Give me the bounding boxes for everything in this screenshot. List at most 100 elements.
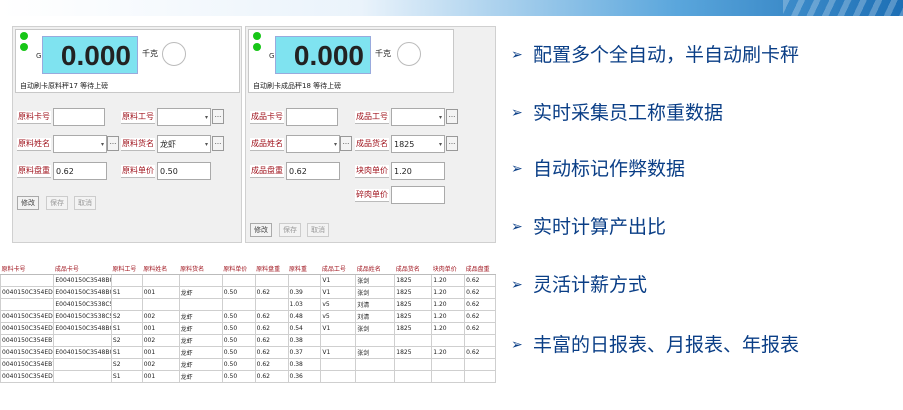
raw-name-label: 原料姓名 — [17, 138, 51, 151]
table-row[interactable]: 0040150C354EDEFE0040150C3538C5S2002龙虾0.5… — [0, 310, 496, 323]
arrow-bullet-icon: ➢ — [511, 105, 523, 121]
table-cell: 0.54 — [287, 322, 322, 335]
feature-text: 丰富的日报表、月报表、年报表 — [533, 334, 800, 356]
raw-name-browse-button[interactable]: ... — [107, 136, 119, 151]
column-header[interactable]: 原料工号 — [111, 263, 143, 275]
table-cell: 0.36 — [287, 370, 322, 383]
arrow-bullet-icon: ➢ — [511, 337, 523, 353]
raw-goods-label: 原料货名 — [121, 138, 155, 151]
product-worker-id-select[interactable]: ▾ — [391, 108, 445, 126]
table-cell — [431, 358, 466, 371]
edit-button[interactable]: 修改 — [250, 223, 272, 237]
arrow-bullet-icon: ➢ — [511, 277, 523, 293]
column-header[interactable]: 成品卡号 — [53, 263, 112, 275]
dropdown-arrow-icon[interactable]: ▾ — [439, 136, 442, 153]
gross-label: G — [269, 52, 275, 60]
column-header[interactable]: 原料货名 — [179, 263, 223, 275]
column-header[interactable]: 原料姓名 — [142, 263, 180, 275]
table-row[interactable]: 0040150C354EDEFE0040150C3548B00S1001龙虾0.… — [0, 322, 496, 335]
weight-readout: 0.000 — [42, 36, 138, 74]
table-cell — [464, 334, 496, 347]
product-tray-weight-input[interactable]: 0.62 — [286, 162, 340, 180]
block-price-label: 块肉单价 — [355, 165, 389, 178]
raw-unit-price-input[interactable]: 0.50 — [157, 162, 211, 180]
table-cell: 0.39 — [287, 286, 322, 299]
raw-card-input[interactable] — [53, 108, 105, 126]
table-cell — [141, 274, 180, 287]
save-button[interactable]: 保存 — [279, 223, 301, 237]
table-cell: v5 — [320, 298, 357, 311]
table-cell: V1 — [320, 274, 357, 287]
feature-item: ➢ 实时计算产出比 — [511, 212, 666, 239]
product-worker-id-browse-button[interactable]: ... — [446, 109, 458, 124]
raw-goods-select[interactable]: 龙虾 ▾ — [157, 135, 211, 153]
column-header[interactable]: 成品姓名 — [355, 263, 395, 275]
table-cell — [431, 334, 466, 347]
table-cell: E0040150C3538C5 — [53, 298, 112, 311]
product-card-input[interactable] — [286, 108, 338, 126]
save-button[interactable]: 保存 — [46, 196, 68, 210]
product-name-select[interactable]: ▾ — [286, 135, 340, 153]
table-row[interactable]: E0040150C3538C5 1.03 v5 刘清 1825 1.20 0.62 — [0, 298, 496, 311]
arrow-bullet-icon: ➢ — [511, 47, 523, 63]
crumb-price-label: 碎肉单价 — [355, 189, 389, 202]
table-cell: V1 — [320, 322, 357, 335]
arrow-bullet-icon: ➢ — [511, 161, 523, 177]
column-header[interactable]: 成品工号 — [320, 263, 356, 275]
feature-text: 配置多个全自动，半自动刷卡秤 — [533, 44, 800, 66]
table-cell: S2 — [110, 334, 143, 347]
table-row[interactable]: 0040150C354EDEFE0040150C3548B00S1001龙虾0.… — [0, 346, 496, 359]
raw-worker-id-browse-button[interactable]: ... — [212, 109, 224, 124]
raw-tray-weight-input[interactable]: 0.62 — [53, 162, 107, 180]
dropdown-arrow-icon[interactable]: ▾ — [439, 109, 442, 126]
product-name-browse-button[interactable]: ... — [340, 136, 352, 151]
table-cell: 0040150C354EDEF — [0, 346, 55, 359]
table-cell: 0.62 — [464, 274, 496, 287]
table-row[interactable]: 0040150C354EB7T S2002龙虾0.500.620.38 — [0, 334, 496, 347]
crumb-price-input[interactable] — [391, 186, 445, 204]
raw-worker-id-label: 原料工号 — [121, 111, 155, 124]
table-cell: 1.20 — [431, 346, 466, 359]
column-header[interactable]: 成品货名 — [394, 263, 432, 275]
table-cell: 龙虾 — [178, 322, 223, 335]
feature-item: ➢ 灵活计薪方式 — [511, 270, 647, 297]
table-cell — [221, 274, 256, 287]
column-header[interactable]: 原料卡号 — [0, 263, 54, 275]
table-row[interactable]: 0040150C354EB7T S2002龙虾0.500.620.38 — [0, 358, 496, 371]
cancel-button[interactable]: 取消 — [74, 196, 96, 210]
table-cell — [394, 334, 433, 347]
weight-unit: 千克 — [375, 49, 391, 58]
table-cell — [254, 298, 289, 311]
raw-worker-id-select[interactable]: ▾ — [157, 108, 211, 126]
column-header[interactable]: 原料盘重 — [255, 263, 288, 275]
column-header[interactable]: 原料重 — [288, 263, 321, 275]
table-cell: 0.50 — [221, 346, 256, 359]
table-cell: 0040150C354EDEF — [0, 370, 55, 383]
product-goods-select[interactable]: 1825 ▾ — [391, 135, 445, 153]
table-cell: 龙虾 — [178, 346, 223, 359]
header-gradient-bar — [0, 0, 903, 16]
table-cell: S2 — [110, 358, 143, 371]
edit-button[interactable]: 修改 — [17, 196, 39, 210]
product-tray-weight-label: 成品盘重 — [250, 165, 284, 178]
table-cell: 0.50 — [221, 334, 256, 347]
column-header[interactable]: 原料单价 — [222, 263, 256, 275]
table-cell: 0.38 — [287, 358, 322, 371]
table-cell: 0.62 — [254, 370, 289, 383]
column-header[interactable]: 块肉单价 — [431, 263, 465, 275]
table-row[interactable]: E0040150C3548B00 V1 张剑 1825 1.20 0.62 — [0, 274, 496, 287]
dropdown-arrow-icon[interactable]: ▾ — [205, 136, 208, 153]
dropdown-arrow-icon[interactable]: ▾ — [101, 136, 104, 153]
raw-name-select[interactable]: ▾ — [53, 135, 107, 153]
column-header[interactable]: 成品盘重 — [464, 263, 496, 275]
table-row[interactable]: 0040150C354EDEF S1001龙虾0.500.620.36 — [0, 370, 496, 383]
product-worker-id-label: 成品工号 — [355, 111, 389, 124]
table-cell: 0040150C354EB7T — [0, 358, 55, 371]
product-goods-browse-button[interactable]: ... — [446, 136, 458, 151]
table-row[interactable]: 0040150C354EDEFE0040150C3548B00S1001龙虾0.… — [0, 286, 496, 299]
block-price-input[interactable]: 1.20 — [391, 162, 445, 180]
dropdown-arrow-icon[interactable]: ▾ — [334, 136, 337, 153]
cancel-button[interactable]: 取消 — [307, 223, 329, 237]
raw-goods-browse-button[interactable]: ... — [212, 136, 224, 151]
dropdown-arrow-icon[interactable]: ▾ — [205, 109, 208, 126]
